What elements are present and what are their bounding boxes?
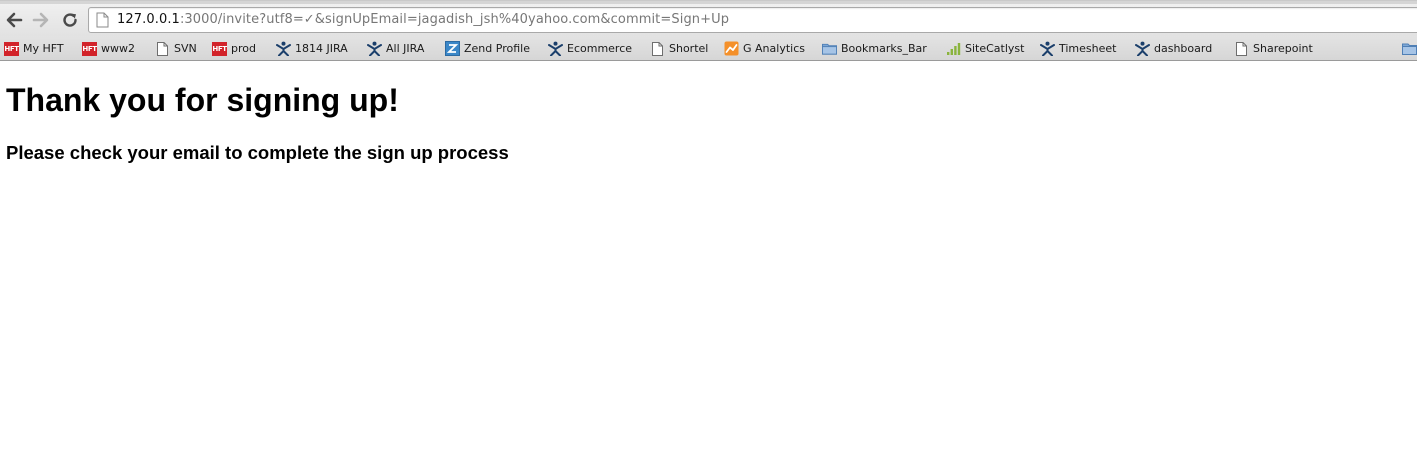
bookmark-sitecatlyst[interactable]: SiteCatlyst xyxy=(946,39,1024,58)
zend-icon xyxy=(445,41,460,56)
address-bar[interactable]: 127.0.0.1:3000/invite?utf8=✓&signUpEmail… xyxy=(88,7,1417,33)
bookmark-prod[interactable]: HFT prod xyxy=(212,39,256,58)
page-subtitle: Please check your email to complete the … xyxy=(6,142,509,163)
browser-toolbar: 127.0.0.1:3000/invite?utf8=✓&signUpEmail… xyxy=(0,0,1417,36)
jira-icon xyxy=(548,41,563,56)
bookmark-timesheet[interactable]: Timesheet xyxy=(1040,39,1116,58)
jira-icon xyxy=(1040,41,1055,56)
page-icon xyxy=(155,41,170,56)
jira-icon xyxy=(276,41,291,56)
address-url[interactable]: 127.0.0.1:3000/invite?utf8=✓&signUpEmail… xyxy=(117,12,729,27)
back-button[interactable] xyxy=(4,10,24,30)
page-content: Thank you for signing up! Please check y… xyxy=(0,62,1417,475)
bookmark-folder-bookmarks-bar[interactable]: Bookmarks_Bar xyxy=(822,39,927,58)
bookmark-label: G Analytics xyxy=(743,42,805,55)
folder-icon xyxy=(822,41,837,56)
bookmark-label: SVN xyxy=(174,42,197,55)
bookmark-label: www2 xyxy=(101,42,135,55)
forward-button[interactable] xyxy=(31,10,51,30)
hft-icon: HFT xyxy=(212,41,227,56)
url-path: :3000/invite?utf8=✓&signUpEmail=jagadish… xyxy=(179,12,730,27)
bookmark-dashboard[interactable]: dashboard xyxy=(1135,39,1212,58)
bookmark-label: Sharepoint xyxy=(1253,42,1313,55)
jira-icon xyxy=(1135,41,1150,56)
bookmark-www2[interactable]: HFT www2 xyxy=(82,39,135,58)
bookmark-g-analytics[interactable]: G Analytics xyxy=(724,39,805,58)
bookmark-label: Ecommerce xyxy=(567,42,633,55)
page-icon xyxy=(1234,41,1249,56)
bookmarks-bar: HFT My HFT HFT www2 SVN HFT prod 1814 JI… xyxy=(0,36,1417,61)
url-host: 127.0.0.1 xyxy=(117,12,180,27)
bookmark-label: Timesheet xyxy=(1059,42,1117,55)
sitecatalyst-icon xyxy=(946,41,961,56)
bookmark-shortel[interactable]: Shortel xyxy=(650,39,708,58)
page-icon xyxy=(96,12,109,28)
bookmark-svn[interactable]: SVN xyxy=(155,39,197,58)
bookmark-label: My HFT xyxy=(23,42,64,55)
bookmark-1814-jira[interactable]: 1814 JIRA xyxy=(276,39,348,58)
tab-strip-edge xyxy=(0,1,1417,4)
page-icon xyxy=(650,41,665,56)
bookmark-label: prod xyxy=(231,42,256,55)
hft-icon: HFT xyxy=(4,41,19,56)
reload-icon xyxy=(63,13,77,27)
forward-arrow-icon xyxy=(32,12,49,28)
bookmark-label: 1814 JIRA xyxy=(295,42,348,55)
jira-icon xyxy=(367,41,382,56)
bookmark-sharepoint[interactable]: Sharepoint xyxy=(1234,39,1313,58)
page-title: Thank you for signing up! xyxy=(6,82,399,118)
bookmark-label: Shortel xyxy=(669,42,709,55)
bookmark-label: SiteCatlyst xyxy=(965,42,1025,55)
bookmark-label: Zend Profile xyxy=(464,42,530,55)
bookmark-ecommerce[interactable]: Ecommerce xyxy=(548,39,632,58)
reload-button[interactable] xyxy=(60,10,80,30)
hft-icon: HFT xyxy=(82,41,97,56)
bookmark-label: dashboard xyxy=(1154,42,1213,55)
bookmark-zend-profile[interactable]: Zend Profile xyxy=(445,39,530,58)
bookmark-my-hft[interactable]: HFT My HFT xyxy=(4,39,64,58)
bookmarks-overflow[interactable] xyxy=(1402,39,1417,58)
back-arrow-icon xyxy=(6,12,23,28)
bookmark-all-jira[interactable]: All JIRA xyxy=(367,39,424,58)
bookmark-label: Bookmarks_Bar xyxy=(841,42,927,55)
folder-icon xyxy=(1402,41,1417,56)
analytics-icon xyxy=(724,41,739,56)
bookmark-label: All JIRA xyxy=(386,42,425,55)
